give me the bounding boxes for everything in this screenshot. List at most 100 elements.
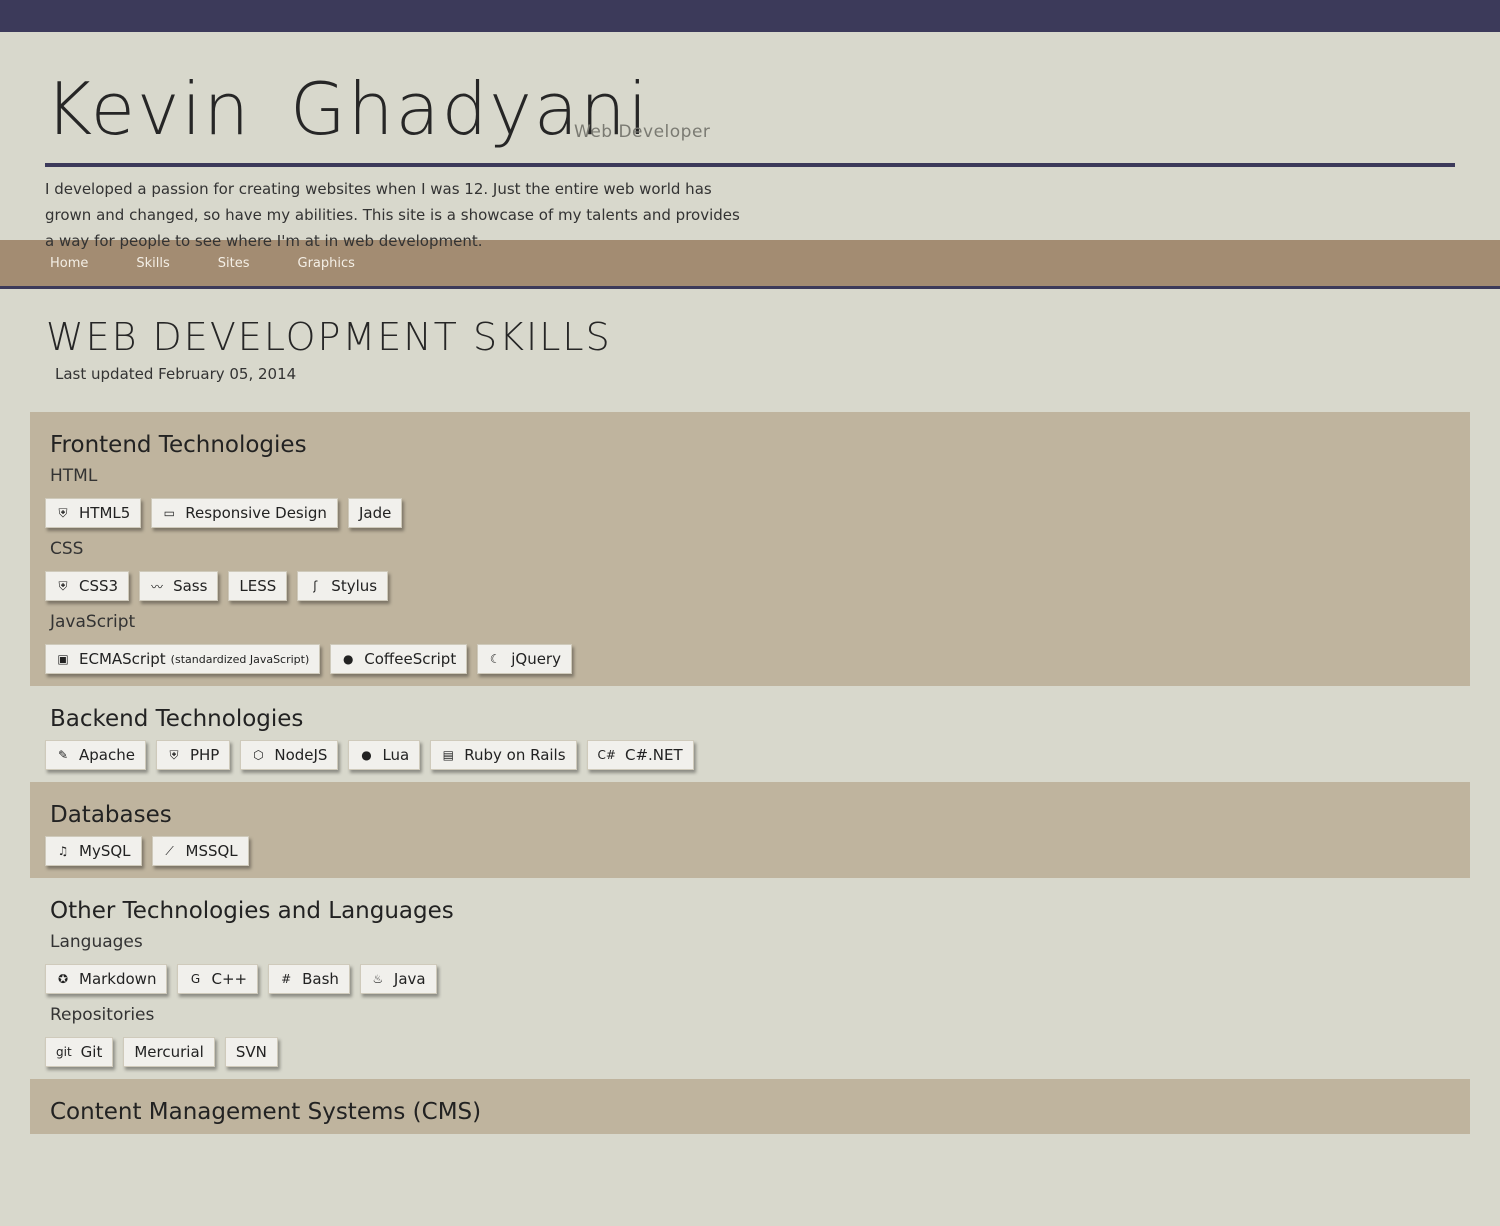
skill-tag-ecmascript[interactable]: ▣ ECMAScript (standardized JavaScript): [45, 644, 321, 674]
header-divider: [45, 163, 1455, 167]
section-title: Other Technologies and Languages: [50, 898, 454, 924]
last-updated: Last updated February 05, 2014: [55, 365, 297, 383]
css3-icon: ⛨: [58, 578, 68, 593]
git-icon: git: [56, 1045, 72, 1059]
mssql-icon: ⟋: [165, 843, 174, 858]
section-databases: Databases ♫ MySQL ⟋ MSSQL: [30, 782, 1470, 878]
group-label-css: CSS: [50, 539, 84, 559]
responsive-icon: ▭: [163, 506, 175, 520]
skill-tag-label: C++: [211, 970, 248, 988]
nodejs-icon: ⬡: [253, 748, 264, 762]
skill-tag-label: HTML5: [79, 504, 131, 522]
skill-tag-list: ♫ MySQL ⟋ MSSQL: [30, 836, 1470, 866]
group-label-languages: Languages: [50, 932, 143, 952]
nav-home-link[interactable]: Home: [50, 256, 88, 271]
skill-tag-php[interactable]: ⛨ PHP: [155, 740, 231, 770]
skill-tag-responsive-design[interactable]: ▭ Responsive Design: [151, 498, 338, 528]
group-label-repositories: Repositories: [50, 1005, 155, 1025]
skill-tag-list: ✎ Apache ⛨ PHP ⬡ NodeJS ● Lua ▤ Ruby on Rails C# C#…: [30, 740, 1470, 770]
section-other-technologies-and-languages: Other Technologies and Languages Language…: [30, 878, 1470, 1079]
section-title: Frontend Technologies: [50, 432, 307, 458]
nav-sites-link[interactable]: Sites: [218, 256, 250, 271]
skill-tag-java[interactable]: ♨ Java: [359, 964, 437, 994]
section-title: Backend Technologies: [50, 706, 304, 732]
skill-tag-label: Sass: [173, 577, 208, 595]
skill-tag-label: LESS: [239, 577, 277, 595]
js-icon: ▣: [57, 652, 69, 666]
skill-tag-apache[interactable]: ✎ Apache: [45, 740, 146, 770]
skill-tag-label: SVN: [235, 1043, 267, 1061]
section-title: Databases: [50, 802, 172, 828]
skill-tag-c-net[interactable]: C# C#.NET: [586, 740, 694, 770]
lua-icon: ●: [361, 748, 372, 762]
java-icon: ♨: [372, 972, 384, 986]
skill-tag-list: ⛨ CSS3 〰 Sass LESS ʃ Stylus: [30, 571, 1470, 601]
nav-skills-link[interactable]: Skills: [136, 256, 169, 271]
skill-tag-mercurial[interactable]: Mercurial: [123, 1037, 215, 1067]
coffeescript-icon: ●: [343, 652, 354, 666]
skill-tag-label: NodeJS: [274, 746, 328, 764]
skill-tag-label: Markdown: [79, 970, 157, 988]
skill-tag-jade[interactable]: Jade: [347, 498, 403, 528]
section-title: Content Management Systems (CMS): [50, 1099, 482, 1125]
section-backend-technologies: Backend Technologies ✎ Apache ⛨ PHP ⬡ NodeJS ● L…: [30, 686, 1470, 782]
stylus-icon: ʃ: [313, 579, 318, 593]
skills-sections: Frontend Technologies HTML ⛨ HTML5 ▭ Responsi…: [0, 412, 1500, 1134]
csharp-icon: C#: [597, 748, 616, 762]
skill-tag-label: Jade: [358, 504, 392, 522]
skill-tag-label: Git: [80, 1043, 103, 1061]
skill-tag-bash[interactable]: # Bash: [268, 964, 350, 994]
skill-tag-label: CoffeeScript: [364, 650, 457, 668]
skill-tag-label: Responsive Design: [185, 504, 327, 522]
skill-tag-note: (standardized JavaScript): [170, 652, 310, 666]
skill-tag-list: ▣ ECMAScript (standardized JavaScript) ● Cof…: [30, 644, 1470, 674]
skill-tag-less[interactable]: LESS: [228, 571, 288, 601]
skill-tag-label: C#.NET: [624, 746, 683, 764]
skill-tag-css3[interactable]: ⛨ CSS3: [45, 571, 130, 601]
skill-tag-stylus[interactable]: ʃ Stylus: [297, 571, 389, 601]
bash-icon: #: [281, 972, 292, 986]
group-label-html: HTML: [50, 466, 98, 486]
skill-tag-jquery[interactable]: ☾ jQuery: [477, 644, 572, 674]
skill-tag-nodejs[interactable]: ⬡ NodeJS: [240, 740, 339, 770]
skill-tag-list: ✪ Markdown G C++ # Bash ♨ Java: [30, 964, 1470, 994]
skill-tag-label: Stylus: [331, 577, 378, 595]
skill-tag-git[interactable]: git Git: [45, 1037, 114, 1067]
nav-graphics-link[interactable]: Graphics: [298, 256, 355, 271]
skill-tag-html5[interactable]: ⛨ HTML5: [45, 498, 142, 528]
skill-tag-list: ⛨ HTML5 ▭ Responsive Design Jade: [30, 498, 1470, 528]
skill-tag-label: CSS3: [79, 577, 119, 595]
site-header: Kevin Ghadyani Web Developer I developed…: [0, 32, 1500, 250]
skill-tag-c[interactable]: G C++: [177, 964, 259, 994]
section-content-management-systems-cms: Content Management Systems (CMS): [30, 1079, 1470, 1134]
skill-tag-label: Apache: [79, 746, 135, 764]
jquery-icon: ☾: [489, 652, 501, 666]
skill-tag-label: Bash: [302, 970, 339, 988]
skill-tag-label: Mercurial: [134, 1043, 204, 1061]
skill-tag-label: Ruby on Rails: [464, 746, 566, 764]
skill-tag-ruby-on-rails[interactable]: ▤ Ruby on Rails: [430, 740, 577, 770]
php-icon: ⛨: [169, 747, 179, 762]
rails-icon: ▤: [442, 748, 454, 762]
skill-tag-coffeescript[interactable]: ● CoffeeScript: [330, 644, 468, 674]
skill-tag-label: jQuery: [511, 650, 561, 668]
apache-feather-icon: ✎: [57, 748, 69, 762]
skill-tag-sass[interactable]: 〰 Sass: [139, 571, 219, 601]
skill-tag-mysql[interactable]: ♫ MySQL: [45, 836, 142, 866]
top-bar: [0, 0, 1500, 32]
skill-tag-markdown[interactable]: ✪ Markdown: [45, 964, 168, 994]
skill-tag-mssql[interactable]: ⟋ MSSQL: [151, 836, 249, 866]
cplusplus-icon: G: [190, 972, 201, 986]
mysql-icon: ♫: [57, 844, 69, 858]
markdown-icon: ✪: [57, 972, 69, 986]
skill-tag-list: git Git Mercurial SVN: [30, 1037, 1470, 1067]
skill-tag-svn[interactable]: SVN: [224, 1037, 278, 1067]
site-subtitle: Web Developer: [574, 122, 711, 142]
section-frontend-technologies: Frontend Technologies HTML ⛨ HTML5 ▭ Responsi…: [30, 412, 1470, 686]
skill-tag-lua[interactable]: ● Lua: [348, 740, 421, 770]
skill-tag-label: Lua: [382, 746, 410, 764]
sass-icon: 〰: [151, 579, 164, 594]
skill-tag-label: ECMAScript: [79, 650, 166, 668]
skill-tag-label: MSSQL: [185, 842, 238, 860]
site-title[interactable]: Kevin Ghadyani: [45, 69, 650, 149]
